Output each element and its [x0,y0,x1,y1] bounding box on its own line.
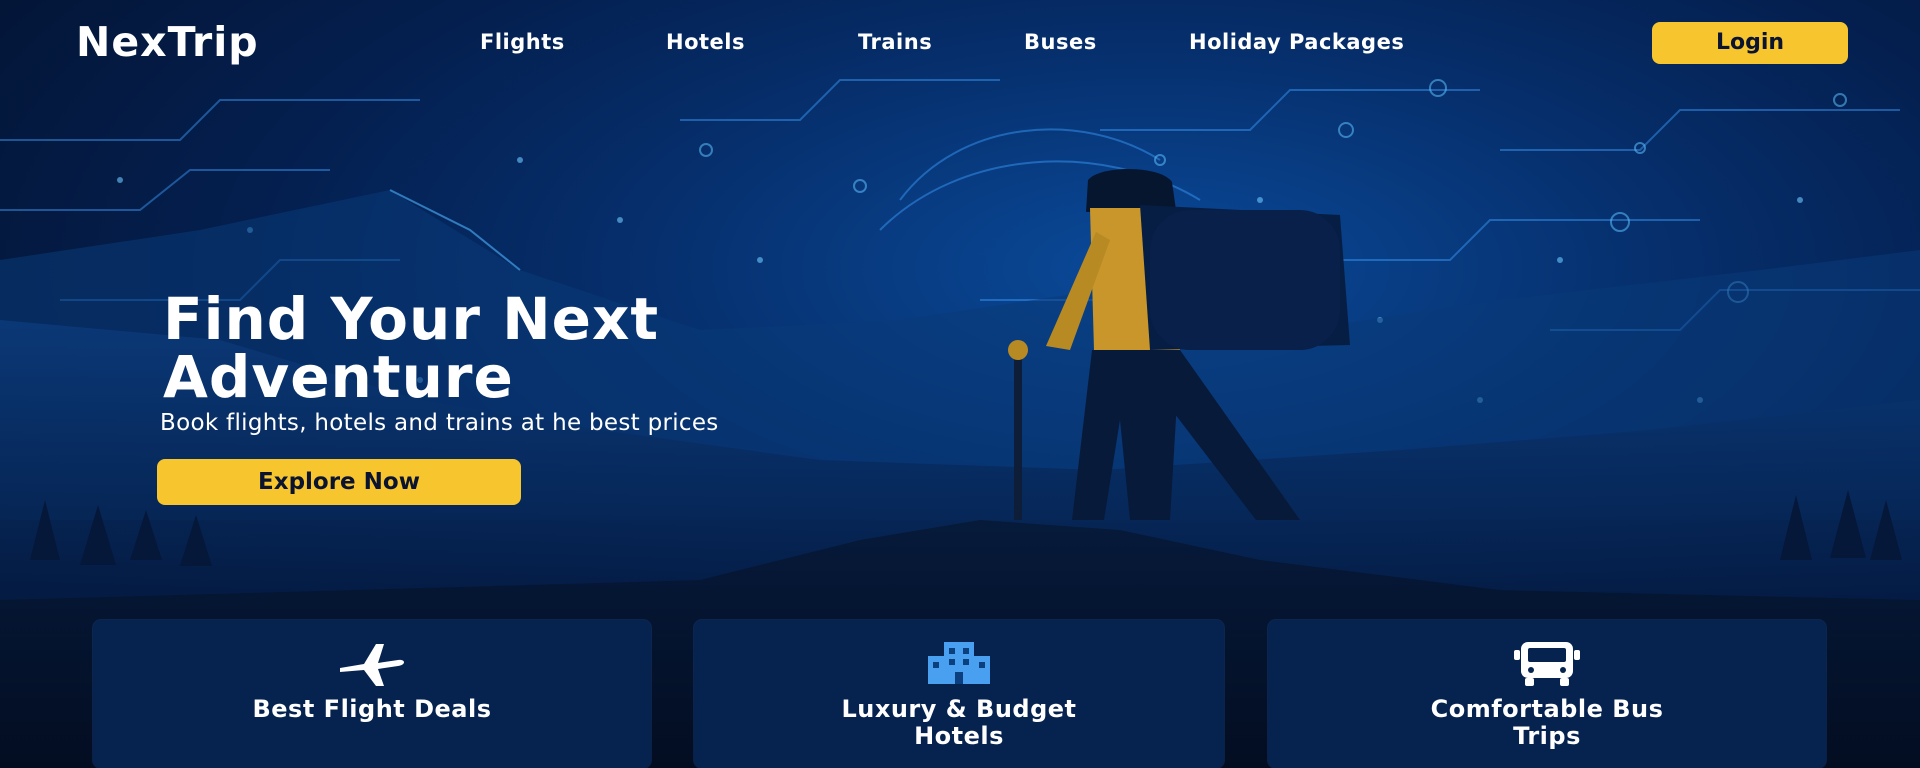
feature-card-flights[interactable]: Best Flight Deals [93,620,651,768]
login-button[interactable]: Login [1652,22,1848,64]
feature-title-line-2: Hotels [914,722,1004,750]
feature-title: Best Flight Deals [93,696,651,723]
feature-title-line-1: Best Flight Deals [252,695,492,723]
top-navigation: NexTrip Flights Hotels Trains Buses Holi… [0,0,1920,88]
nav-link-flights[interactable]: Flights [480,30,565,54]
nav-link-holiday-packages[interactable]: Holiday Packages [1189,30,1404,54]
nav-link-hotels[interactable]: Hotels [666,30,745,54]
hotel-building-icon [926,638,992,690]
feature-card-hotels[interactable]: Luxury & Budget Hotels [694,620,1224,768]
feature-title-line-2: Trips [1513,722,1581,750]
hero-subtitle: Book flights, hotels and trains at he be… [160,410,719,436]
bus-icon [1511,638,1583,692]
nav-link-buses[interactable]: Buses [1024,30,1097,54]
explore-now-button[interactable]: Explore Now [157,459,521,505]
feature-title-line-1: Comfortable Bus [1430,695,1664,723]
nav-link-trains[interactable]: Trains [858,30,932,54]
airplane-icon [336,638,408,694]
brand-logo[interactable]: NexTrip [76,18,259,66]
hero-headline-line-2: Adventure [163,343,514,411]
feature-title: Luxury & Budget Hotels [694,696,1224,750]
feature-title-line-1: Luxury & Budget [841,695,1077,723]
hero-headline: Find Your Next Adventure [163,290,659,406]
feature-card-buses[interactable]: Comfortable Bus Trips [1268,620,1826,768]
feature-title: Comfortable Bus Trips [1268,696,1826,750]
